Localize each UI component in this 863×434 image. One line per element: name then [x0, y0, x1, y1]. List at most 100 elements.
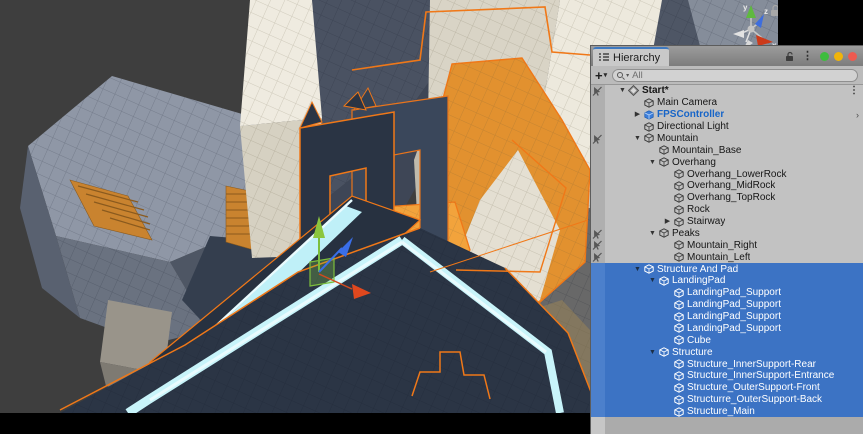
hierarchy-item-label: Rock	[687, 204, 710, 215]
hierarchy-item-label: Main Camera	[657, 97, 717, 108]
hierarchy-item-label: LandingPad	[672, 275, 725, 286]
hierarchy-tab-bar: Hierarchy ⋮	[591, 46, 863, 66]
prefab-open-chevron-icon[interactable]: ›	[856, 110, 859, 120]
hierarchy-row-landingpad[interactable]: ▼ LandingPad	[591, 275, 863, 287]
picking-disabled-icon[interactable]	[592, 252, 603, 263]
expand-arrow[interactable]: ▶	[632, 109, 643, 120]
hierarchy-row-landingpad-support[interactable]: LandingPad_Support	[591, 311, 863, 323]
hierarchy-item-label: Stairway	[687, 216, 725, 227]
hierarchy-row-peaks[interactable]: ▼Peaks	[591, 228, 863, 240]
hierarchy-icon	[599, 53, 609, 62]
hierarchy-row-structurre-outersupport-back[interactable]: Structurre_OuterSupport-Back	[591, 394, 863, 406]
cube-icon	[673, 323, 684, 334]
expand-arrow[interactable]: ▼	[647, 228, 658, 239]
hierarchy-item-label: LandingPad_Support	[687, 287, 781, 298]
expand-arrow[interactable]: ▼	[647, 347, 658, 358]
hierarchy-item-label: Cube	[687, 335, 711, 346]
hierarchy-item-label: Mountain_Base	[672, 145, 742, 156]
hierarchy-row-directional-light[interactable]: Directional Light	[591, 121, 863, 133]
hierarchy-row-overhang-toprock[interactable]: Overhang_TopRock	[591, 192, 863, 204]
hierarchy-row-structure[interactable]: ▼Structure	[591, 346, 863, 358]
hierarchy-panel: Hierarchy ⋮ +▾ ▾ All ▼ Start* ⋮ Main Camera…	[590, 45, 863, 434]
cube-icon	[658, 145, 669, 156]
hierarchy-item-label: Overhang_TopRock	[687, 192, 775, 203]
hierarchy-item-label: Structure_InnerSupport-Rear	[687, 359, 816, 370]
hierarchy-row-overhang[interactable]: ▼ Overhang	[591, 156, 863, 168]
hierarchy-item-label: Structure_InnerSupport-Entrance	[687, 370, 834, 381]
cube-icon	[673, 240, 684, 251]
expand-arrow[interactable]: ▼	[632, 264, 643, 275]
cube-icon	[658, 347, 669, 358]
cube-icon	[673, 180, 684, 191]
cube-icon	[673, 311, 684, 322]
picking-disabled-icon[interactable]	[592, 240, 603, 251]
hierarchy-row-mountain[interactable]: ▼Mountain	[591, 133, 863, 145]
window-button-yellow[interactable]	[834, 52, 843, 61]
hierarchy-row-fpscontroller[interactable]: ▶ FPSController ›	[591, 109, 863, 121]
hierarchy-item-label: Overhang_MidRock	[687, 180, 775, 191]
hierarchy-item-label: Structure And Pad	[657, 264, 738, 275]
cube-icon	[643, 264, 654, 275]
hierarchy-row-structure-innersupport-rear[interactable]: Structure_InnerSupport-Rear	[591, 358, 863, 370]
tab-hierarchy[interactable]: Hierarchy	[593, 47, 669, 66]
hierarchy-item-label: Mountain_Right	[687, 240, 757, 251]
hierarchy-row-mountain-left[interactable]: Mountain_Left	[591, 251, 863, 263]
cube-icon	[673, 299, 684, 310]
hierarchy-row-landingpad-support[interactable]: LandingPad_Support	[591, 299, 863, 311]
window-button-red[interactable]	[848, 52, 857, 61]
cube-icon	[673, 394, 684, 405]
cube-icon	[658, 157, 669, 168]
cube-icon	[658, 228, 669, 239]
hierarchy-row-overhang-lowerrock[interactable]: Overhang_LowerRock	[591, 168, 863, 180]
cube-icon	[658, 275, 669, 286]
window-button-green[interactable]	[820, 52, 829, 61]
picking-disabled-icon[interactable]	[592, 134, 603, 145]
hierarchy-row-structure-and-pad[interactable]: ▼ Structure And Pad	[591, 263, 863, 275]
hierarchy-row-structure-outersupport-front[interactable]: Structure_OuterSupport-Front	[591, 382, 863, 394]
lock-icon[interactable]	[785, 51, 794, 62]
hierarchy-row-mountain-base[interactable]: Mountain_Base	[591, 144, 863, 156]
cube-icon	[673, 359, 684, 370]
create-button[interactable]: +▾	[595, 68, 607, 83]
hierarchy-item-label: Overhang_LowerRock	[687, 169, 787, 180]
hierarchy-item-label: Directional Light	[657, 121, 729, 132]
hierarchy-tree: ▼ Start* ⋮ Main Camera ▶ FPSController › Direct…	[591, 85, 863, 417]
expand-arrow[interactable]: ▼	[647, 275, 658, 286]
hierarchy-bottom-strip	[591, 417, 863, 434]
hierarchy-row-overhang-midrock[interactable]: Overhang_MidRock	[591, 180, 863, 192]
hierarchy-row-mountain-right[interactable]: Mountain_Right	[591, 239, 863, 251]
item-menu-icon[interactable]: ⋮	[849, 85, 859, 96]
cube-icon	[673, 252, 684, 263]
expand-arrow[interactable]: ▶	[662, 216, 673, 227]
expand-arrow[interactable]: ▼	[632, 133, 643, 144]
expand-arrow[interactable]: ▼	[617, 85, 628, 96]
hierarchy-item-label: Start*	[642, 85, 669, 96]
hierarchy-item-label: Overhang	[672, 157, 716, 168]
hierarchy-toolbar: +▾ ▾ All	[591, 66, 863, 85]
hierarchy-item-label: LandingPad_Support	[687, 311, 781, 322]
hierarchy-row-rock[interactable]: Rock	[591, 204, 863, 216]
hierarchy-row-structure-innersupport-entrance[interactable]: Structure_InnerSupport-Entrance	[591, 370, 863, 382]
hierarchy-item-label: FPSController	[657, 109, 724, 120]
hierarchy-row-start[interactable]: ▼ Start* ⋮	[591, 85, 863, 97]
hierarchy-row-stairway[interactable]: ▶ Stairway	[591, 216, 863, 228]
gizmo-plane-handle[interactable]	[310, 258, 334, 286]
search-placeholder: All	[632, 70, 643, 81]
picking-disabled-icon[interactable]	[592, 86, 603, 97]
hierarchy-row-structure-main[interactable]: Structure_Main	[591, 406, 863, 417]
cube-icon	[673, 382, 684, 393]
cube-icon	[673, 335, 684, 346]
expand-arrow[interactable]: ▼	[647, 157, 658, 168]
panel-menu-icon[interactable]: ⋮	[802, 52, 813, 61]
search-input[interactable]: ▾ All	[612, 69, 858, 82]
cube-icon	[673, 169, 684, 180]
cube-icon	[673, 370, 684, 381]
picking-disabled-icon[interactable]	[592, 229, 603, 240]
hierarchy-row-landingpad-support[interactable]: LandingPad_Support	[591, 323, 863, 335]
hierarchy-item-label: Structure_OuterSupport-Front	[687, 382, 820, 393]
cube-icon	[673, 216, 684, 227]
hierarchy-row-landingpad-support[interactable]: LandingPad_Support	[591, 287, 863, 299]
hierarchy-row-cube[interactable]: Cube	[591, 334, 863, 346]
hierarchy-row-main-camera[interactable]: Main Camera	[591, 97, 863, 109]
search-filter-caret-icon: ▾	[626, 72, 629, 79]
